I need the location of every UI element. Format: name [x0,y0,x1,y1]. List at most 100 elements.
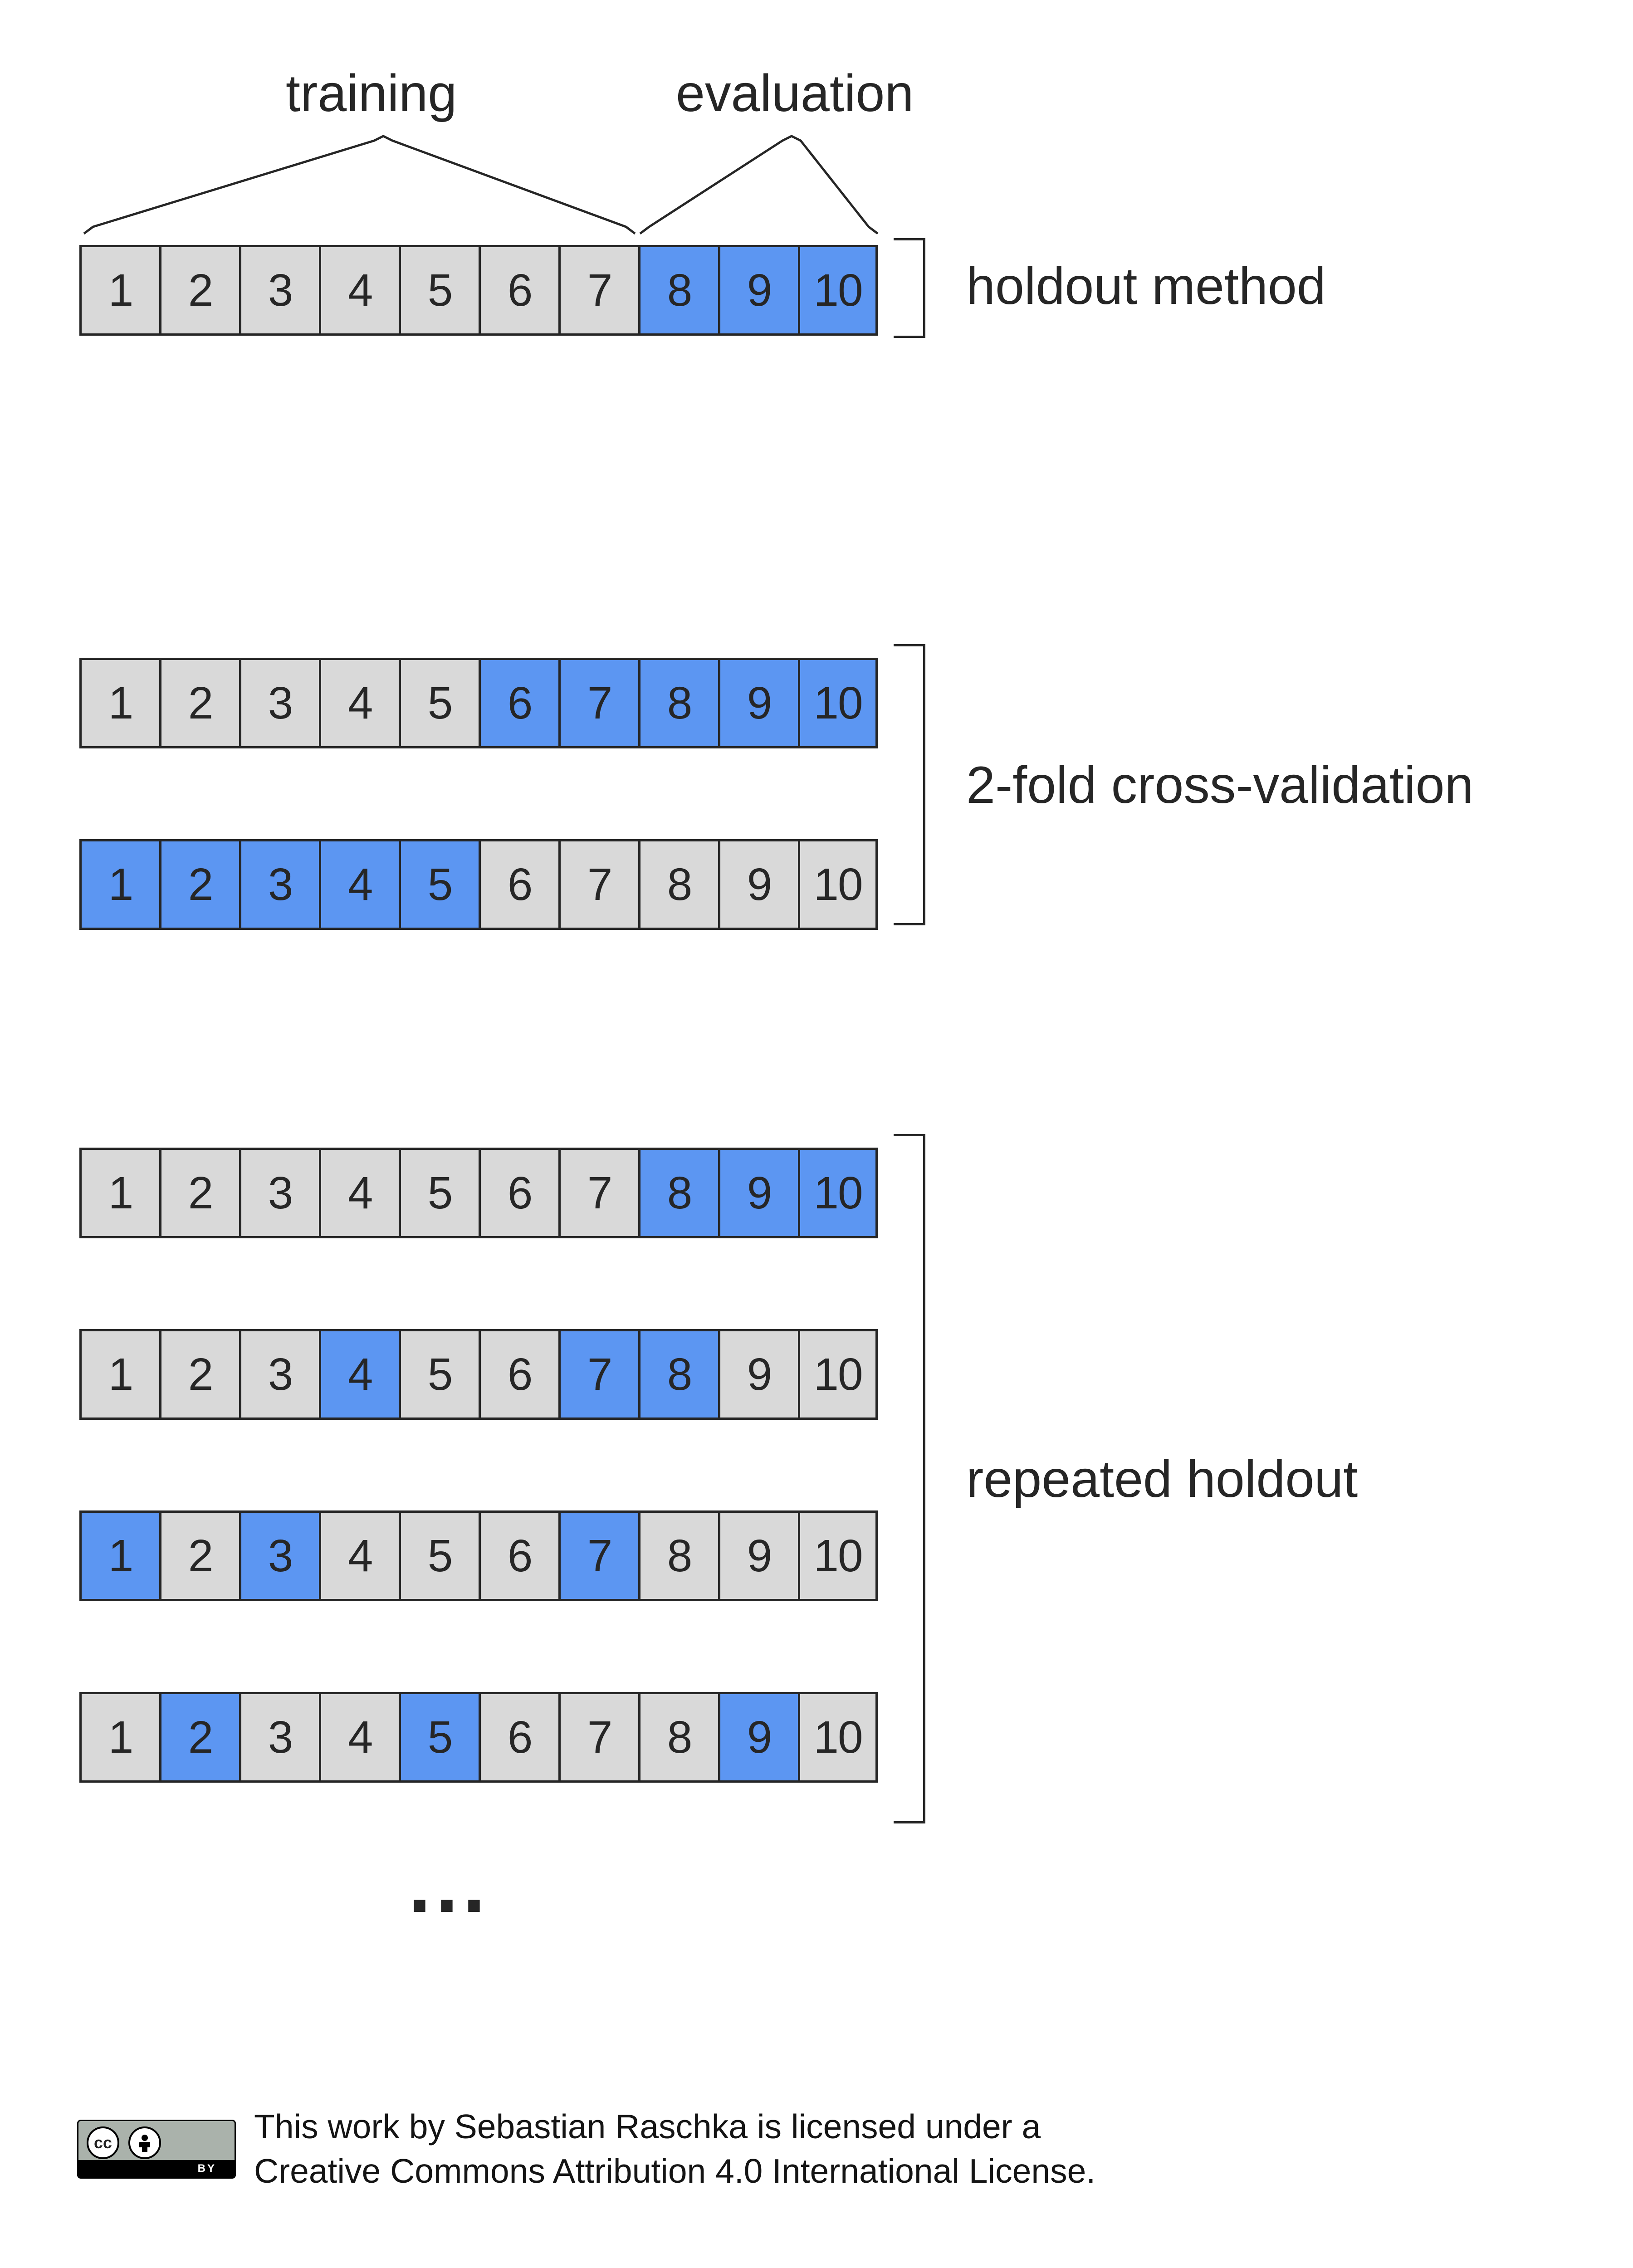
brace-evaluation [640,136,878,234]
sample-cell: 9 [718,245,798,336]
sample-cell: 3 [239,1329,319,1420]
sample-cell: 10 [798,1148,878,1238]
sample-cell: 4 [319,839,399,930]
sample-cell: 1 [79,1510,159,1601]
sample-cell: 7 [558,1510,638,1601]
sample-cell: 2 [159,1692,239,1783]
sample-cell: 4 [319,1510,399,1601]
cc-by-bar: BY [78,2160,235,2177]
label-holdout: holdout method [966,256,1326,316]
data-row: 12345678910 [79,839,878,930]
license-block: cc BY This work by Sebastian Raschka is … [77,2105,1095,2193]
sample-cell: 2 [159,1510,239,1601]
cc-text: cc [94,2133,112,2152]
diagram-canvas: training evaluation holdout method 2-fol… [0,0,1633,2268]
sample-cell: 2 [159,839,239,930]
label-twofold: 2-fold cross-validation [966,755,1474,815]
sample-cell: 9 [718,658,798,748]
sample-cell: 7 [558,658,638,748]
sample-cell: 3 [239,658,319,748]
sample-cell: 10 [798,658,878,748]
sample-cell: 8 [638,1692,718,1783]
sample-cell: 4 [319,1148,399,1238]
sample-cell: 8 [638,1510,718,1601]
sample-cell: 5 [399,1692,479,1783]
sample-cell: 3 [239,839,319,930]
sample-cell: 10 [798,1510,878,1601]
sample-cell: 2 [159,1148,239,1238]
sample-cell: 8 [638,839,718,930]
sample-cell: 1 [79,839,159,930]
brace-svg [75,127,1005,245]
sample-cell: 1 [79,1329,159,1420]
sample-cell: 5 [399,1148,479,1238]
sample-cell: 1 [79,1692,159,1783]
sample-cell: 4 [319,1692,399,1783]
sample-cell: 6 [479,1510,558,1601]
cc-badge: cc BY [77,2120,236,2179]
sample-cell: 8 [638,1148,718,1238]
sample-cell: 6 [479,245,558,336]
by-text: BY [198,2162,216,2175]
sample-cell: 4 [319,245,399,336]
sample-cell: 7 [558,1329,638,1420]
sample-cell: 4 [319,1329,399,1420]
by-icon [128,2126,161,2159]
sample-cell: 7 [558,1692,638,1783]
license-line-1: This work by Sebastian Raschka is licens… [254,2105,1095,2149]
sample-cell: 9 [718,839,798,930]
data-row: 12345678910 [79,1510,878,1601]
sample-cell: 5 [399,658,479,748]
sample-cell: 9 [718,1510,798,1601]
brace-training [84,136,635,234]
sample-cell: 7 [558,839,638,930]
sample-cell: 6 [479,658,558,748]
ellipsis: ... [408,1837,490,1931]
label-evaluation: evaluation [676,64,914,123]
sample-cell: 2 [159,658,239,748]
sample-cell: 6 [479,1329,558,1420]
sample-cell: 9 [718,1329,798,1420]
sample-cell: 3 [239,1148,319,1238]
sample-cell: 10 [798,245,878,336]
bracket-holdout [894,238,925,338]
sample-cell: 2 [159,245,239,336]
data-row: 12345678910 [79,1148,878,1238]
bracket-repeated [894,1134,925,1823]
sample-cell: 1 [79,245,159,336]
sample-cell: 5 [399,839,479,930]
sample-cell: 1 [79,658,159,748]
sample-cell: 3 [239,1692,319,1783]
sample-cell: 8 [638,245,718,336]
sample-cell: 1 [79,1148,159,1238]
sample-cell: 7 [558,245,638,336]
sample-cell: 4 [319,658,399,748]
license-line-2: Creative Commons Attribution 4.0 Interna… [254,2149,1095,2194]
sample-cell: 7 [558,1148,638,1238]
data-row: 12345678910 [79,1692,878,1783]
sample-cell: 10 [798,1692,878,1783]
sample-cell: 5 [399,1329,479,1420]
sample-cell: 6 [479,1148,558,1238]
sample-cell: 9 [718,1148,798,1238]
sample-cell: 8 [638,658,718,748]
data-row: 12345678910 [79,1329,878,1420]
sample-cell: 8 [638,1329,718,1420]
bracket-twofold [894,644,925,925]
sample-cell: 10 [798,839,878,930]
license-text: This work by Sebastian Raschka is licens… [254,2105,1095,2193]
sample-cell: 3 [239,245,319,336]
sample-cell: 10 [798,1329,878,1420]
sample-cell: 6 [479,839,558,930]
sample-cell: 5 [399,245,479,336]
sample-cell: 5 [399,1510,479,1601]
sample-cell: 3 [239,1510,319,1601]
person-icon [135,2133,155,2153]
label-repeated: repeated holdout [966,1449,1358,1509]
data-row: 12345678910 [79,245,878,336]
label-training: training [286,64,457,123]
sample-cell: 6 [479,1692,558,1783]
sample-cell: 9 [718,1692,798,1783]
cc-icon: cc [87,2126,119,2159]
sample-cell: 2 [159,1329,239,1420]
